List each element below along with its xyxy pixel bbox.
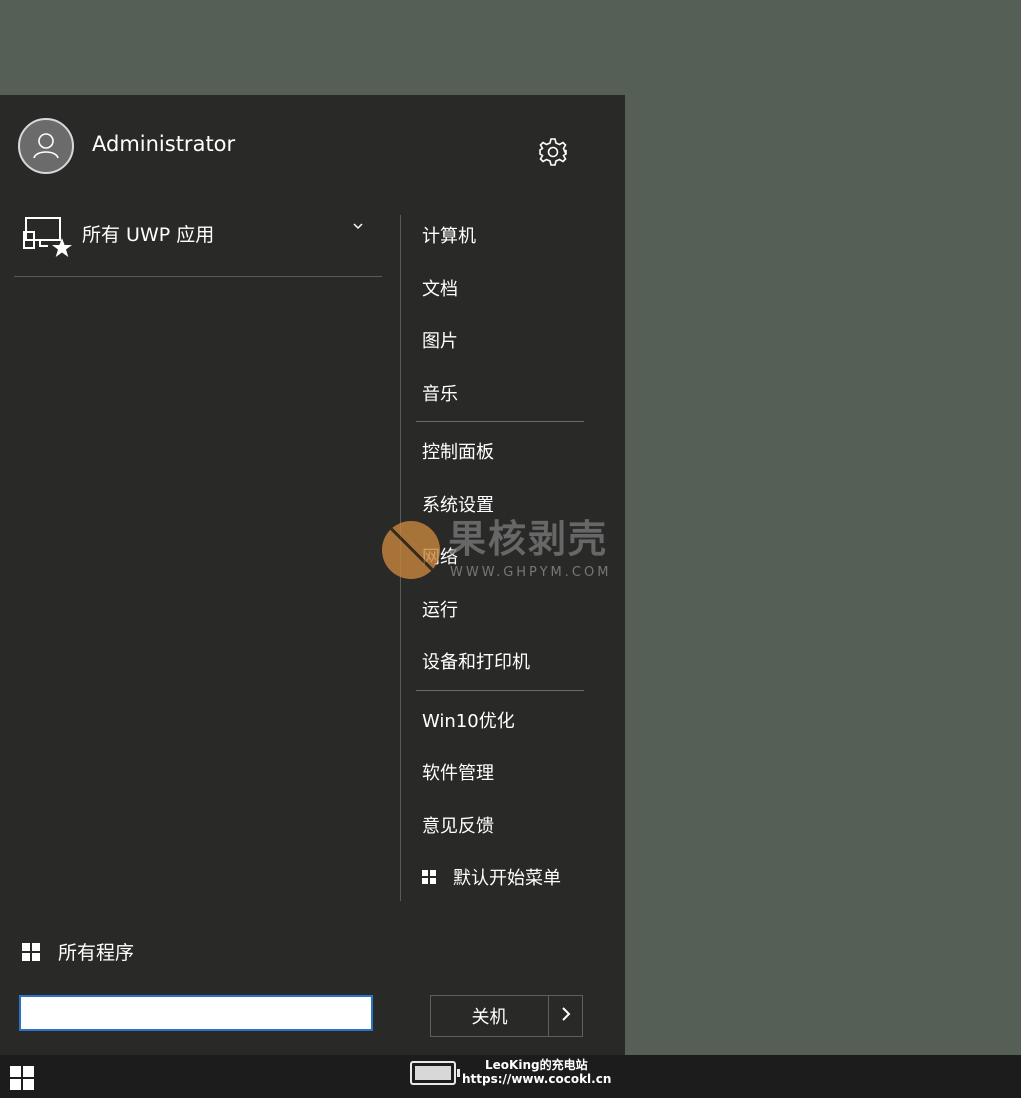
battery-icon bbox=[410, 1061, 460, 1085]
user-avatar-icon bbox=[18, 118, 74, 174]
search-input[interactable] bbox=[19, 995, 373, 1031]
user-name: Administrator bbox=[92, 132, 236, 156]
menu-item-network[interactable]: 网络 bbox=[416, 530, 584, 583]
chevron-down-icon[interactable] bbox=[352, 218, 364, 234]
start-menu: Administrator 所有 UWP 应用 计算机 文档 图片 音乐 控制面… bbox=[0, 95, 625, 1055]
menu-item-documents[interactable]: 文档 bbox=[416, 262, 584, 315]
menu-item-computer[interactable]: 计算机 bbox=[416, 209, 584, 262]
all-programs-button[interactable]: 所有程序 bbox=[20, 938, 220, 970]
right-menu: 计算机 文档 图片 音乐 控制面板 系统设置 网络 运行 设备和打印机 Win1… bbox=[416, 209, 584, 904]
chevron-right-icon bbox=[560, 1006, 572, 1026]
menu-item-control-panel[interactable]: 控制面板 bbox=[416, 425, 584, 478]
menu-item-music[interactable]: 音乐 bbox=[416, 367, 584, 420]
menu-item-system-settings[interactable]: 系统设置 bbox=[416, 478, 584, 531]
shutdown-options-button[interactable] bbox=[549, 996, 582, 1036]
vertical-divider bbox=[400, 215, 401, 901]
settings-gear-icon[interactable] bbox=[536, 135, 570, 169]
menu-divider bbox=[416, 689, 584, 691]
windows-logo-icon bbox=[422, 870, 436, 885]
menu-item-feedback[interactable]: 意见反馈 bbox=[416, 799, 584, 852]
menu-divider bbox=[416, 421, 584, 422]
menu-item-default-start-menu[interactable]: 默认开始菜单 bbox=[416, 851, 584, 904]
all-programs-label: 所有程序 bbox=[58, 942, 135, 964]
menu-item-devices-printers[interactable]: 设备和打印机 bbox=[416, 635, 584, 688]
windows-start-icon[interactable] bbox=[10, 1066, 34, 1090]
menu-item-win10-optimize[interactable]: Win10优化 bbox=[416, 694, 584, 747]
uwp-apps-icon bbox=[22, 214, 74, 262]
taskbar-title: LeoKing的充电站 bbox=[485, 1058, 588, 1072]
uwp-apps-label: 所有 UWP 应用 bbox=[82, 224, 215, 246]
grid-icon bbox=[22, 943, 40, 961]
uwp-apps-dropdown[interactable]: 所有 UWP 应用 bbox=[14, 210, 382, 277]
menu-item-run[interactable]: 运行 bbox=[416, 583, 584, 636]
shutdown-control: 关机 bbox=[430, 995, 583, 1037]
menu-item-pictures[interactable]: 图片 bbox=[416, 314, 584, 367]
shutdown-button[interactable]: 关机 bbox=[431, 996, 549, 1036]
menu-item-software-manager[interactable]: 软件管理 bbox=[416, 746, 584, 799]
taskbar: LeoKing的充电站 https://www.cocokl.cn bbox=[0, 1055, 1021, 1098]
user-account[interactable]: Administrator bbox=[18, 118, 598, 176]
taskbar-url: https://www.cocokl.cn bbox=[462, 1072, 612, 1086]
